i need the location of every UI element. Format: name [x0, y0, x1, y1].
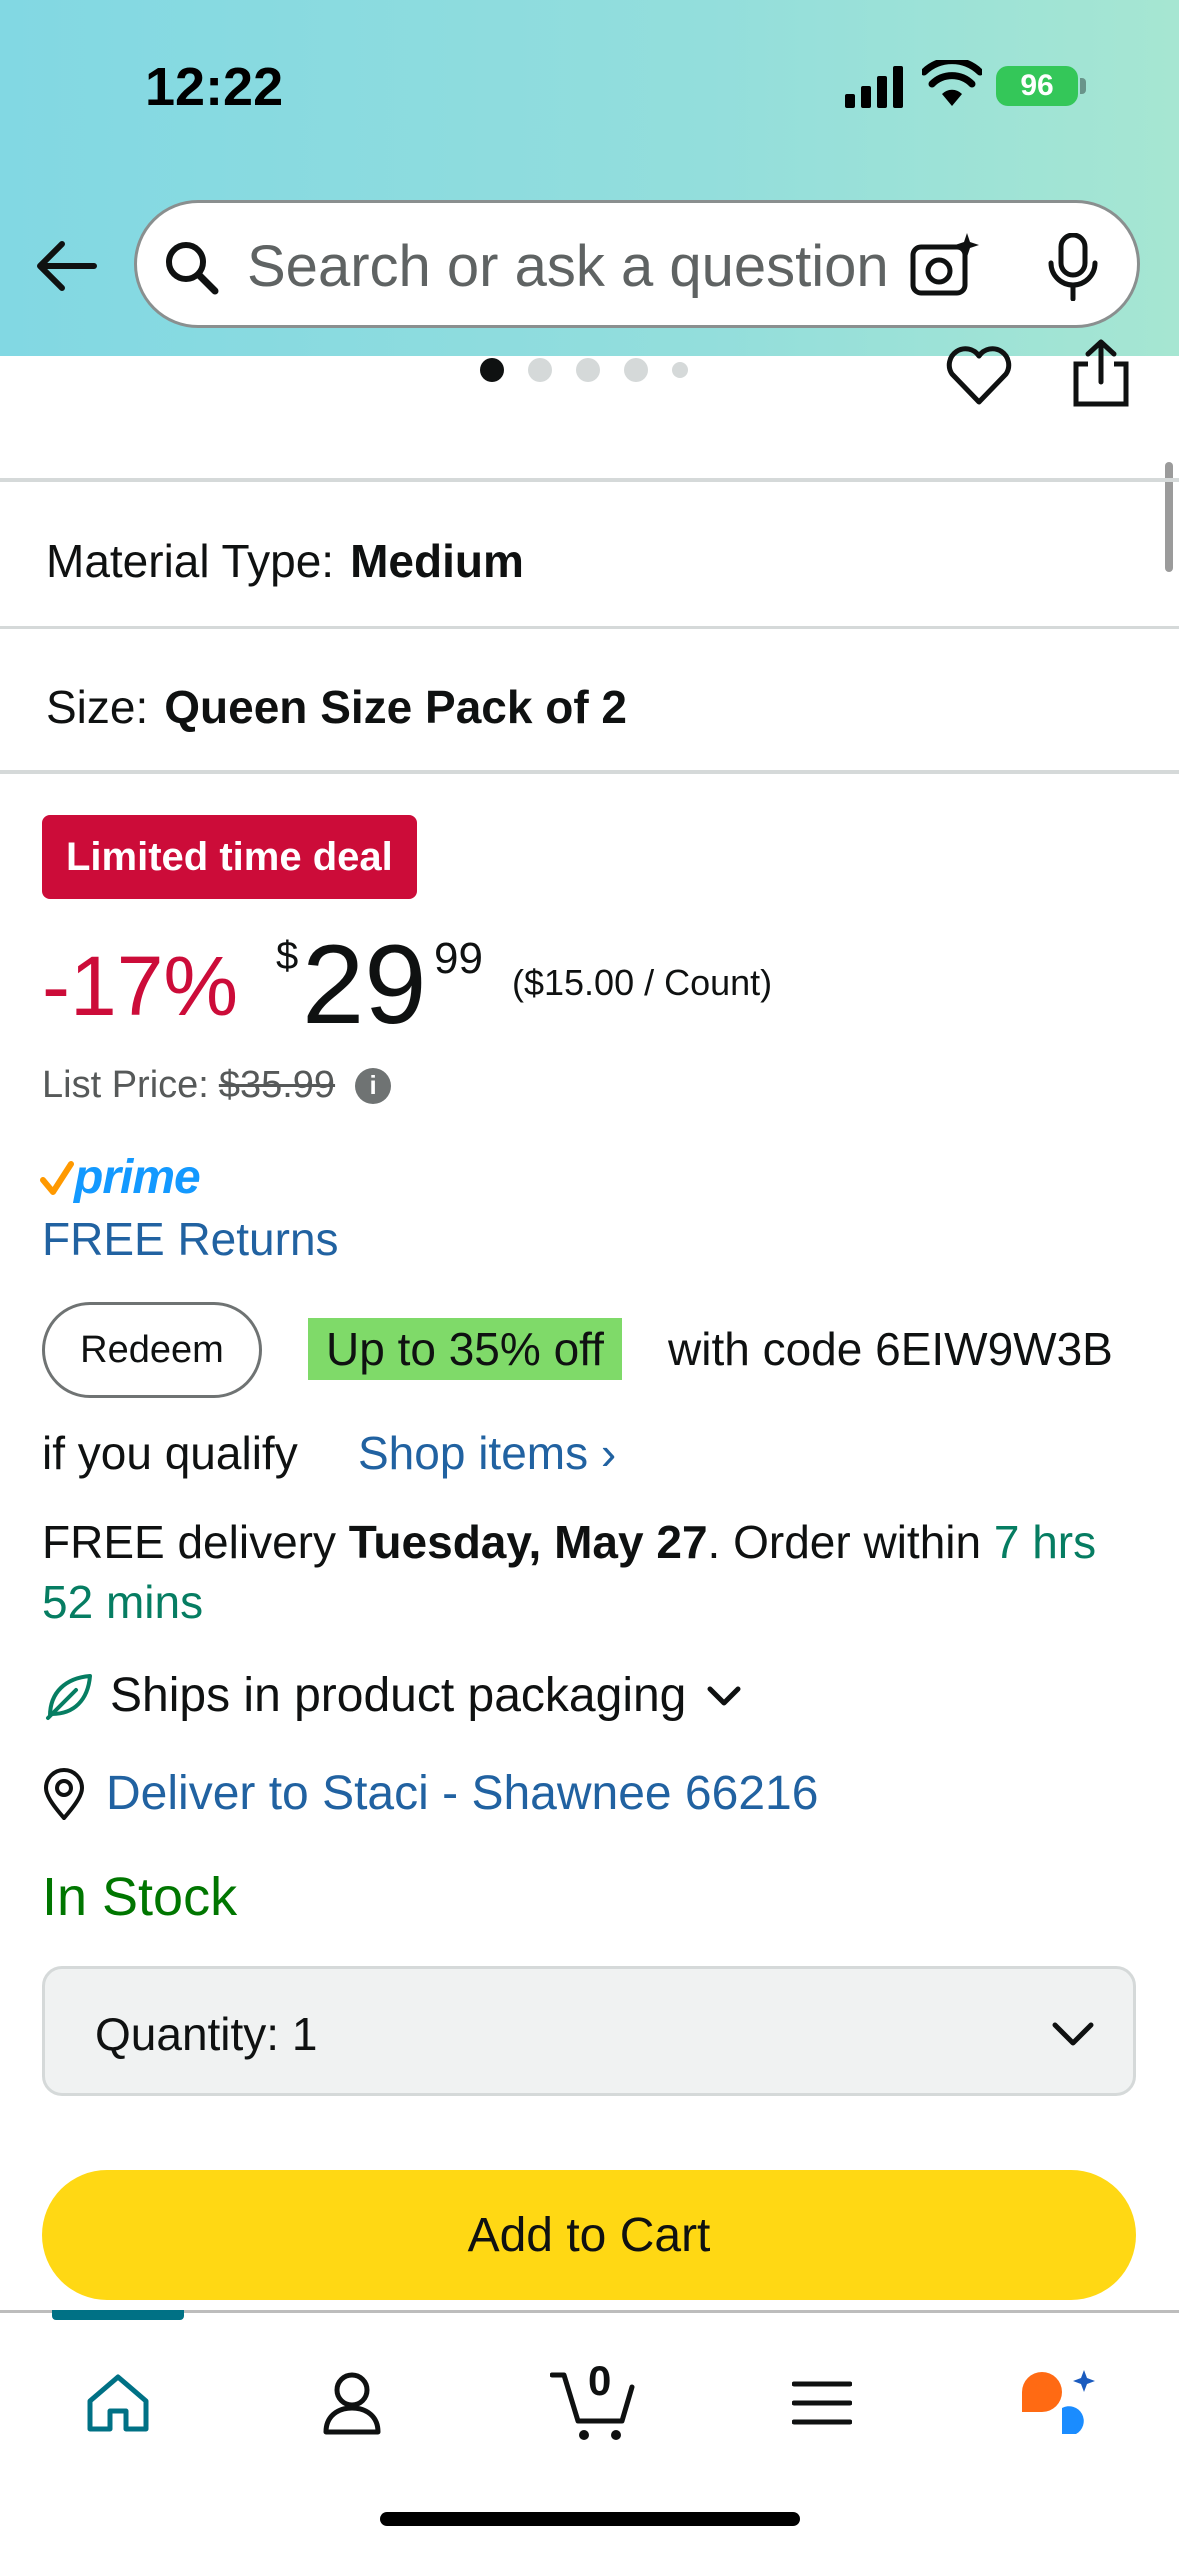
nav-menu[interactable] — [772, 2353, 872, 2453]
size-row[interactable]: Size: Queen Size Pack of 2 — [46, 680, 627, 734]
list-price-value: $35.99 — [218, 1064, 336, 1106]
delivery-prefix: FREE delivery — [42, 1516, 349, 1568]
limited-time-deal-badge: Limited time deal — [42, 815, 417, 899]
price-whole: 29 — [302, 922, 427, 1047]
quantity-select[interactable]: Quantity: 1 — [42, 1966, 1136, 2096]
status-time: 12:22 — [145, 57, 284, 117]
carousel-dot[interactable] — [528, 358, 552, 382]
home-icon — [87, 2374, 149, 2432]
location-pin-icon — [43, 1767, 85, 1820]
carousel-dot[interactable] — [480, 358, 504, 382]
delivery-date: Tuesday, May 27 — [348, 1516, 708, 1568]
shop-items-link[interactable]: Shop items › — [358, 1426, 616, 1480]
info-icon[interactable]: i — [355, 1067, 392, 1104]
ships-label: Ships in product packaging — [110, 1669, 687, 1722]
list-price-row: List Price: $35.99 i — [42, 1064, 392, 1107]
size-label: Size: — [46, 681, 149, 733]
material-type-value: Medium — [350, 535, 524, 587]
carousel-dot[interactable] — [624, 358, 648, 382]
delivery-info: FREE delivery Tuesday, May 27. Order wit… — [42, 1512, 1152, 1632]
unit-price: ($15.00 / Count) — [512, 962, 773, 1003]
deliver-to-link[interactable]: Deliver to Staci - Shawnee 66216 — [42, 1766, 818, 1821]
home-indicator — [380, 2512, 800, 2526]
cellular-signal-icon — [845, 66, 903, 108]
nav-home[interactable] — [68, 2353, 168, 2453]
deliver-to-label: Deliver to Staci - Shawnee 66216 — [106, 1767, 819, 1820]
prime-label: prime — [74, 1151, 201, 1204]
share-icon[interactable] — [1068, 338, 1134, 408]
camera-lens-icon[interactable] — [909, 231, 981, 301]
app-header: 12:22 96 — [0, 0, 1179, 356]
heart-icon[interactable] — [944, 344, 1014, 408]
quantity-label-text: Quantity: — [95, 2008, 280, 2060]
qualify-text: if you qualify — [42, 1427, 298, 1479]
size-value: Queen Size Pack of 2 — [164, 681, 628, 733]
list-price-label: List Price: — [42, 1064, 209, 1106]
microphone-icon[interactable] — [1045, 233, 1101, 301]
in-stock-status: In Stock — [42, 1867, 238, 1927]
coupon-code-text: with code 6EIW9W3B — [668, 1323, 1113, 1375]
nav-account[interactable] — [302, 2353, 402, 2453]
material-type-label: Material Type: — [46, 535, 335, 587]
ai-assistant-icon — [1022, 2370, 1095, 2434]
back-arrow-icon[interactable] — [30, 230, 102, 302]
image-carousel-dots[interactable] — [480, 358, 688, 382]
discount-percent: -17% — [42, 939, 239, 1033]
nav-cart[interactable]: 0 — [540, 2353, 650, 2453]
free-returns-link[interactable]: FREE Returns — [42, 1212, 339, 1266]
price-currency: $ — [276, 934, 299, 978]
divider — [0, 478, 1179, 482]
carousel-dot[interactable] — [672, 362, 688, 378]
price-fraction: 99 — [434, 934, 483, 983]
quantity-value: 1 — [291, 2008, 318, 2060]
wifi-icon — [922, 60, 982, 106]
search-bar[interactable] — [134, 200, 1140, 328]
divider — [0, 626, 1179, 629]
carousel-dot[interactable] — [576, 358, 600, 382]
user-icon — [323, 2372, 381, 2435]
chevron-down-icon — [1052, 2022, 1094, 2046]
search-input[interactable] — [247, 231, 937, 301]
battery-tip — [1080, 78, 1086, 94]
search-icon — [166, 242, 219, 295]
material-type-row[interactable]: Material Type: Medium — [46, 534, 524, 588]
delivery-middle: . Order within — [707, 1516, 994, 1568]
hamburger-menu-icon — [792, 2381, 852, 2425]
battery-indicator: 96 — [996, 66, 1078, 106]
ships-in-packaging-toggle[interactable]: Ships in product packaging — [42, 1668, 744, 1723]
leaf-icon — [46, 1673, 92, 1720]
chevron-down-icon — [707, 1686, 741, 1705]
quantity-label: Quantity: 1 — [95, 2007, 317, 2061]
nav-active-indicator — [52, 2310, 184, 2320]
cart-count-badge: 0 — [588, 2357, 612, 2404]
coupon-highlight: Up to 35% off — [308, 1318, 622, 1380]
redeem-button[interactable]: Redeem — [42, 1302, 262, 1398]
add-to-cart-button[interactable]: Add to Cart — [42, 2170, 1136, 2300]
prime-check-icon — [40, 1160, 74, 1195]
prime-badge: prime — [40, 1150, 201, 1205]
divider — [0, 770, 1179, 774]
nav-rufus[interactable] — [1008, 2353, 1108, 2453]
